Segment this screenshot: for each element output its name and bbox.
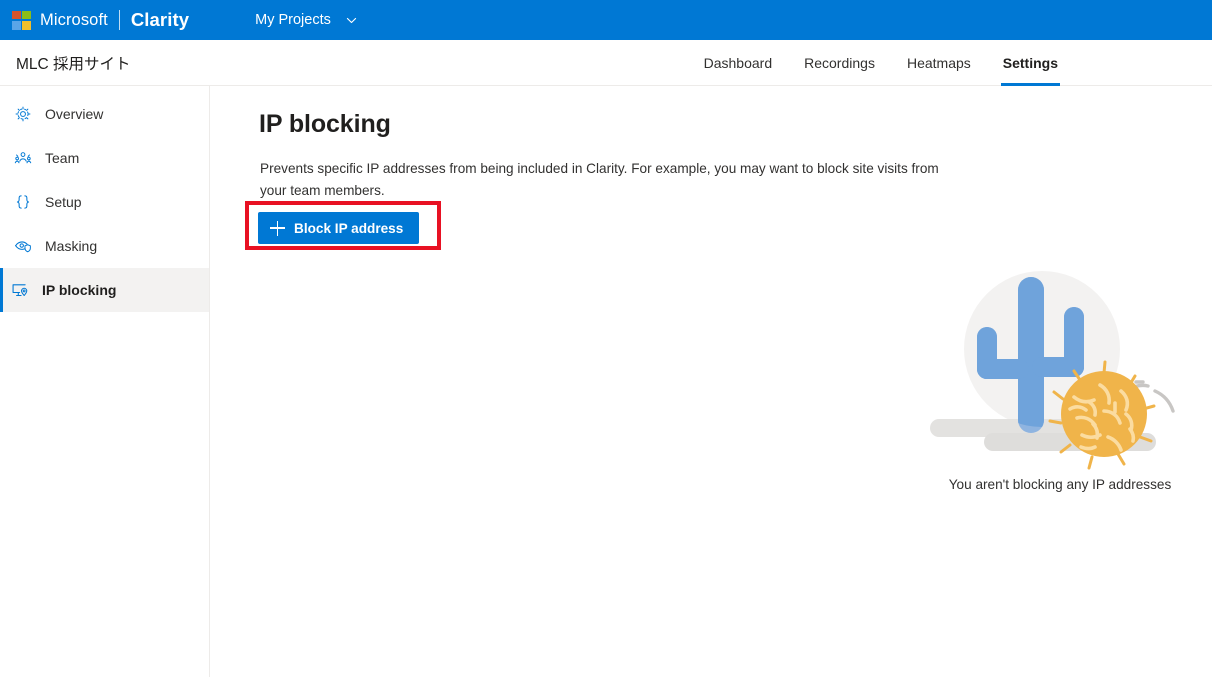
cactus-tumbleweed-illustration: [922, 251, 1198, 471]
tab-dashboard[interactable]: Dashboard: [688, 40, 789, 86]
settings-sidebar: Overview Team Setup Masking IP blocking: [0, 86, 210, 677]
clarity-wordmark: Clarity: [130, 9, 190, 30]
brand-divider: [118, 10, 120, 30]
project-name: MLC 採用サイト: [16, 55, 131, 73]
sidebar-item-team[interactable]: Team: [0, 136, 209, 180]
sidebar-item-label: Team: [45, 150, 80, 166]
empty-state: You aren't blocking any IP addresses: [910, 251, 1210, 492]
eye-mask-icon: [14, 237, 32, 255]
project-header-bar: MLC 採用サイト Dashboard Recordings Heatmaps …: [0, 40, 1212, 86]
page-body: Overview Team Setup Masking IP blocking …: [0, 86, 1212, 677]
main-nav-tabs: Dashboard Recordings Heatmaps Settings: [688, 40, 1074, 86]
sidebar-item-label: Setup: [45, 194, 82, 210]
sidebar-item-label: Masking: [45, 238, 98, 254]
sidebar-item-setup[interactable]: Setup: [0, 180, 209, 224]
tab-recordings[interactable]: Recordings: [788, 40, 891, 86]
top-navigation-bar: Microsoft Clarity My Projects: [0, 0, 1212, 40]
sidebar-item-masking[interactable]: Masking: [0, 224, 209, 268]
microsoft-wordmark: Microsoft: [40, 10, 108, 29]
main-content: IP blocking Prevents specific IP address…: [210, 86, 1212, 677]
empty-state-caption: You aren't blocking any IP addresses: [948, 477, 1172, 492]
page-title: IP blocking: [259, 110, 391, 138]
code-braces-icon: [14, 193, 32, 211]
ip-block-icon: [11, 281, 29, 299]
plus-icon: [270, 220, 285, 236]
my-projects-menu[interactable]: My Projects: [249, 0, 364, 40]
tab-heatmaps[interactable]: Heatmaps: [891, 40, 987, 86]
page-description: Prevents specific IP addresses from bein…: [260, 161, 939, 198]
gear-icon: [14, 105, 32, 123]
people-icon: [14, 149, 32, 167]
sidebar-item-ip-blocking[interactable]: IP blocking: [0, 268, 209, 312]
chevron-down-icon: [345, 14, 358, 27]
my-projects-label: My Projects: [255, 12, 331, 28]
microsoft-logo-icon: [12, 10, 31, 30]
tab-settings[interactable]: Settings: [987, 40, 1074, 86]
sidebar-item-overview[interactable]: Overview: [0, 92, 209, 136]
block-ip-address-button[interactable]: Block IP address: [258, 212, 420, 244]
sidebar-item-label: Overview: [45, 106, 104, 122]
sidebar-item-label: IP blocking: [42, 282, 117, 298]
block-ip-address-label: Block IP address: [294, 220, 404, 236]
